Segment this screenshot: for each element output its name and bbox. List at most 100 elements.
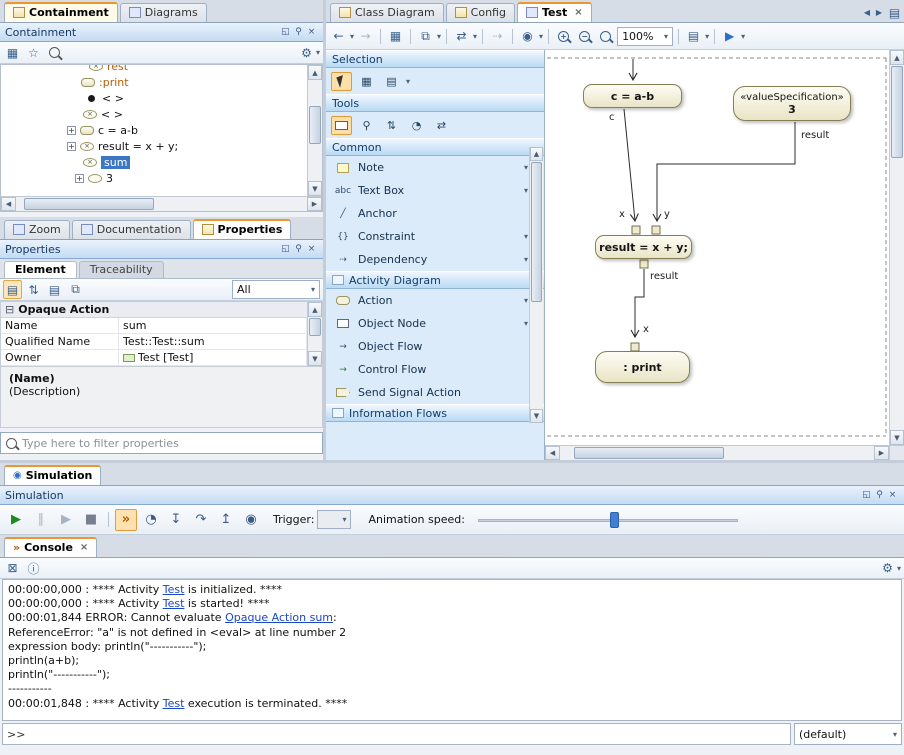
zoom-fit-button[interactable] [596, 27, 615, 46]
console-scope-combo[interactable]: (default) ▾ [794, 723, 902, 745]
console-link[interactable]: Test [163, 583, 185, 596]
zoom-out-button[interactable]: − [575, 27, 594, 46]
palette-item-send-signal-action[interactable]: Send Signal Action [326, 381, 544, 404]
categorized-view-icon[interactable]: ▤ [3, 280, 22, 299]
tab-traceability[interactable]: Traceability [79, 261, 164, 278]
back-button[interactable]: ← [329, 27, 348, 46]
edge-label-c[interactable]: c [609, 112, 615, 123]
palette-item-constraint[interactable]: {} Constraint ▾ [326, 225, 544, 248]
scroll-down-icon[interactable]: ▼ [530, 409, 543, 423]
scroll-right-icon[interactable]: ▶ [874, 446, 889, 460]
close-panel-icon[interactable]: × [886, 490, 899, 500]
related-elements-button[interactable]: ⇄ [452, 27, 471, 46]
pin-panel-icon[interactable]: ⚲ [873, 490, 886, 500]
clear-console-icon[interactable]: ⊠ [3, 559, 22, 578]
scroll-down-icon[interactable]: ▼ [308, 351, 322, 366]
scroll-left-icon[interactable]: ◀ [1, 197, 16, 211]
forward-button[interactable]: → [356, 27, 375, 46]
favorites-icon[interactable]: ☆ [24, 43, 43, 62]
diagram-canvas[interactable]: c = a-b «valueSpecification» 3 result = … [545, 50, 889, 445]
slider-thumb[interactable] [610, 512, 619, 528]
tree-options-gear-icon[interactable]: ⚙ [297, 43, 316, 62]
pin-label-x-1[interactable]: x [619, 209, 625, 220]
close-panel-icon[interactable]: × [305, 27, 318, 37]
dependencies-caret-icon[interactable]: ▾ [539, 32, 543, 41]
link-button[interactable]: ⇢ [488, 27, 507, 46]
palette-item-action[interactable]: Action ▾ [326, 289, 544, 312]
tree-options-caret-icon[interactable]: ▾ [316, 48, 320, 57]
palette-section-activity-diagram[interactable]: Activity Diagram [326, 271, 544, 289]
item-caret-icon[interactable]: ▾ [524, 319, 528, 328]
marquee-tool-icon[interactable]: ▦ [356, 72, 377, 91]
step-out-button[interactable]: ↥ [215, 509, 237, 531]
tab-zoom[interactable]: Zoom [4, 220, 70, 239]
pin-label-y[interactable]: y [664, 209, 670, 220]
close-panel-icon[interactable]: × [305, 244, 318, 254]
property-row-name[interactable]: Name sum [1, 318, 307, 334]
expert-view-icon[interactable]: ▤ [45, 280, 64, 299]
customize-icon[interactable]: ⧉ [66, 280, 85, 299]
run-caret-icon[interactable]: ▾ [741, 32, 745, 41]
tab-console[interactable]: » Console × [4, 537, 97, 557]
search-icon[interactable] [45, 43, 64, 62]
item-caret-icon[interactable]: ▾ [524, 232, 528, 241]
item-caret-icon[interactable]: ▾ [524, 296, 528, 305]
console-input-field[interactable]: >> [2, 723, 791, 745]
console-log[interactable]: 00:00:00,000 : **** Activity Test is ini… [2, 579, 902, 721]
console-link[interactable]: Opaque Action sum [225, 611, 333, 624]
pause-button[interactable]: ∥ [30, 509, 52, 531]
step-over-button[interactable]: ↷ [190, 509, 212, 531]
tab-diagrams[interactable]: Diagrams [120, 3, 207, 22]
swap-tool-icon[interactable]: ⇄ [431, 116, 452, 135]
pointer-tool-icon[interactable] [331, 72, 352, 91]
scroll-down-icon[interactable]: ▼ [890, 430, 904, 445]
properties-filter-input[interactable] [22, 437, 317, 450]
run-simulation-button[interactable]: ▶ [5, 509, 27, 531]
action-node-result[interactable]: result = x + y; [595, 235, 692, 259]
edge-result-to-y[interactable] [657, 122, 795, 221]
layout-button[interactable]: ▤ [684, 27, 703, 46]
tree-item-3[interactable]: + 3 [3, 170, 307, 186]
tab-list-icon[interactable]: ▤ [885, 3, 904, 22]
selection-caret-icon[interactable]: ▾ [406, 77, 410, 86]
console-settings-caret-icon[interactable]: ▾ [897, 564, 901, 573]
scroll-tabs-left-icon[interactable]: ◀ [861, 3, 873, 22]
action-node-c-a-b[interactable]: c = a-b [583, 84, 682, 108]
scroll-tabs-right-icon[interactable]: ▶ [873, 3, 885, 22]
sort-icon[interactable]: ⇅ [24, 280, 43, 299]
tab-test[interactable]: Test × [517, 2, 592, 22]
palette-scrollbar[interactable]: ▲ ▼ [529, 147, 543, 423]
scroll-up-icon[interactable]: ▲ [308, 302, 322, 317]
sticky-tool-icon[interactable] [331, 116, 352, 135]
lasso-tool-icon[interactable]: ▤ [381, 72, 402, 91]
run-button[interactable]: ▶ [720, 27, 739, 46]
palette-item-dependency[interactable]: ⇢ Dependency ▾ [326, 248, 544, 271]
tree-item-print[interactable]: :print [3, 74, 307, 90]
options-button[interactable]: ◔ [140, 509, 162, 531]
scroll-up-icon[interactable]: ▲ [530, 147, 543, 161]
related-caret-icon[interactable]: ▾ [473, 32, 477, 41]
zoom-level-combo[interactable]: 100% ▾ [617, 27, 673, 46]
palette-item-anchor[interactable]: ╱ Anchor [326, 202, 544, 225]
pin-label-x-2[interactable]: x [643, 324, 649, 335]
animation-speed-slider[interactable] [478, 511, 738, 529]
palette-item-note[interactable]: Note ▾ [326, 156, 544, 179]
console-link[interactable]: Test [163, 697, 185, 710]
palette-section-common[interactable]: Common [326, 138, 544, 156]
scroll-down-icon[interactable]: ▼ [308, 181, 322, 196]
action-node-print[interactable]: : print [595, 351, 690, 383]
palette-section-information-flows[interactable]: Information Flows [326, 404, 544, 422]
tab-simulation[interactable]: ◉ Simulation [4, 465, 101, 485]
tree-item-pin1[interactable]: < > [3, 90, 307, 106]
tree-item-c-a-b[interactable]: + c = a-b [3, 122, 307, 138]
palette-section-selection[interactable]: Selection [326, 50, 544, 68]
properties-filter-combo[interactable]: All ▾ [232, 280, 320, 299]
stop-button[interactable]: ■ [80, 509, 102, 531]
palette-item-object-node[interactable]: Object Node ▾ [326, 312, 544, 335]
tab-properties[interactable]: Properties [193, 219, 292, 239]
copy-caret-icon[interactable]: ▾ [437, 32, 441, 41]
copy-button[interactable]: ⧉ [416, 27, 435, 46]
tree-vscrollbar[interactable]: ▲ ▼ [307, 65, 322, 196]
tree-hscrollbar[interactable]: ◀ ▶ [1, 196, 322, 211]
tab-config[interactable]: Config [446, 3, 515, 22]
